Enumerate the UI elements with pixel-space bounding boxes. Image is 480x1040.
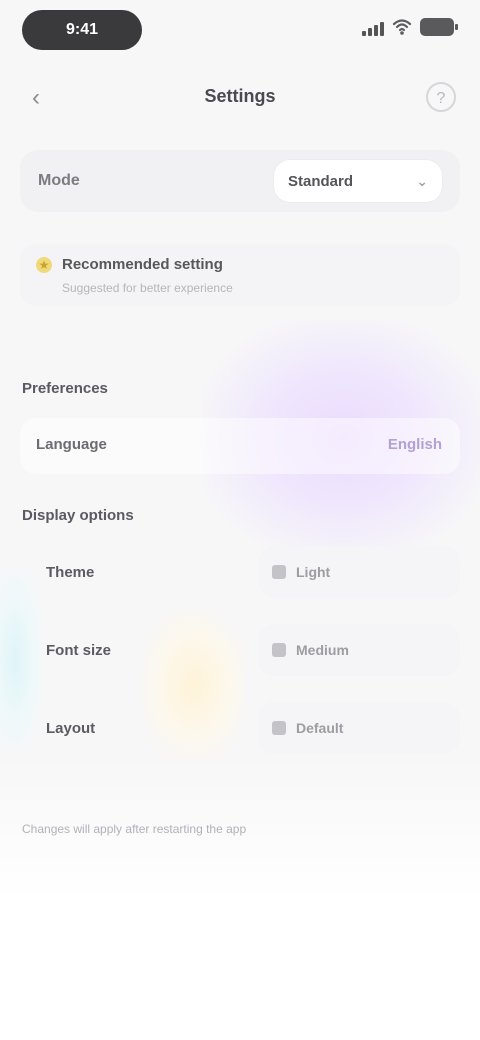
mode-selected-value: Standard xyxy=(288,172,354,190)
mode-selector[interactable]: Standard ⌄ xyxy=(274,160,442,202)
navigation-bar: ‹ Settings ? xyxy=(0,64,480,132)
layout-label: Layout xyxy=(46,720,96,737)
star-icon: ★ xyxy=(36,256,52,273)
language-label: Language xyxy=(36,436,107,453)
page-title: Settings xyxy=(204,86,276,106)
language-value: English xyxy=(387,436,442,453)
theme-icon xyxy=(272,565,286,579)
battery-icon xyxy=(420,18,458,36)
layout-icon xyxy=(272,721,286,735)
signal-icon xyxy=(362,18,384,36)
notice-top: ★ Recommended setting xyxy=(36,256,444,273)
app-screen: 9:41 ‹ Settings ? Mode Standard ⌄ ★ Reco… xyxy=(0,0,480,1040)
notice-banner[interactable]: ★ Recommended setting Suggested for bett… xyxy=(20,244,460,306)
font-size-icon xyxy=(272,643,286,657)
mode-label: Mode xyxy=(38,172,80,189)
status-time: 9:41 xyxy=(22,10,142,50)
wifi-icon xyxy=(392,19,412,35)
help-button[interactable]: ? xyxy=(426,82,456,112)
theme-option-row: Theme Light xyxy=(20,546,460,604)
font-size-selector[interactable]: Medium xyxy=(258,624,460,676)
footer-note: Changes will apply after restarting the … xyxy=(22,822,247,836)
theme-label: Theme xyxy=(46,564,95,581)
mode-card: Mode Standard ⌄ xyxy=(20,150,460,212)
status-bar: 9:41 xyxy=(0,0,480,64)
notice-subtitle: Suggested for better experience xyxy=(62,281,233,295)
back-button[interactable]: ‹ xyxy=(22,84,50,112)
font-size-option-row: Font size Medium xyxy=(20,624,460,682)
status-icons xyxy=(362,18,458,36)
theme-value: Light xyxy=(296,564,331,580)
language-row[interactable]: Language English xyxy=(20,418,460,474)
notice-title: Recommended setting xyxy=(62,256,223,273)
preferences-section-title: Preferences xyxy=(22,380,108,397)
layout-selector[interactable]: Default xyxy=(258,702,460,754)
display-options-section-title: Display options xyxy=(22,507,134,524)
layout-option-row: Layout Default xyxy=(20,702,460,760)
font-size-label: Font size xyxy=(46,642,112,659)
layout-value: Default xyxy=(296,720,344,736)
font-size-value: Medium xyxy=(296,642,349,658)
chevron-down-icon: ⌄ xyxy=(416,172,428,189)
theme-selector[interactable]: Light xyxy=(258,546,460,598)
